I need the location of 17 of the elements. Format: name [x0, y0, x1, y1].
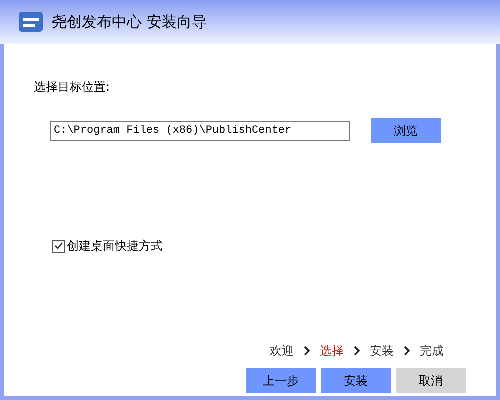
wizard-button[interactable]: 安装	[321, 368, 391, 393]
browse-button[interactable]: 浏览	[371, 118, 441, 143]
shortcut-checkbox[interactable]	[52, 240, 65, 252]
app-icon	[18, 10, 44, 34]
wizard-button[interactable]: 取消	[396, 368, 466, 393]
location-label: 选择目标位置:	[34, 79, 112, 96]
chevron-icon	[404, 346, 410, 356]
step-label: 完成	[420, 343, 444, 360]
chevron-icon	[354, 346, 360, 356]
shortcut-label: 创建桌面快捷方式	[67, 238, 163, 255]
path-field[interactable]: C:\Program Files (x86)\PublishCenter	[50, 120, 350, 140]
window-title: 尧创发布中心 安装向导	[52, 12, 207, 33]
step-label: 选择	[320, 343, 344, 360]
wizard-button[interactable]: 上一步	[246, 368, 316, 393]
step-label: 安装	[370, 343, 394, 360]
step-label: 欢迎	[270, 343, 294, 360]
chevron-icon	[304, 346, 310, 356]
